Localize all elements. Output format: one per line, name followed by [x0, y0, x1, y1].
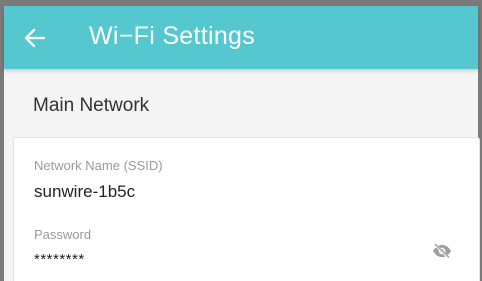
section-title: Main Network [33, 95, 150, 116]
app-window: Wi−Fi Settings Main Network Network Name… [0, 0, 482, 281]
ssid-label: Network Name (SSID) [34, 158, 163, 173]
arrow-left-icon [24, 28, 46, 48]
ssid-field[interactable]: sunwire-1b5c [34, 182, 135, 202]
network-card: Network Name (SSID) sunwire-1b5c Passwor… [13, 137, 480, 281]
toggle-password-visibility-button[interactable] [431, 242, 453, 260]
eye-off-icon [433, 243, 451, 259]
back-button[interactable] [22, 25, 48, 51]
password-label: Password [34, 227, 92, 242]
app-bar: Wi−Fi Settings [4, 6, 478, 69]
password-field[interactable]: ******** [34, 251, 85, 268]
page-title: Wi−Fi Settings [89, 22, 256, 50]
